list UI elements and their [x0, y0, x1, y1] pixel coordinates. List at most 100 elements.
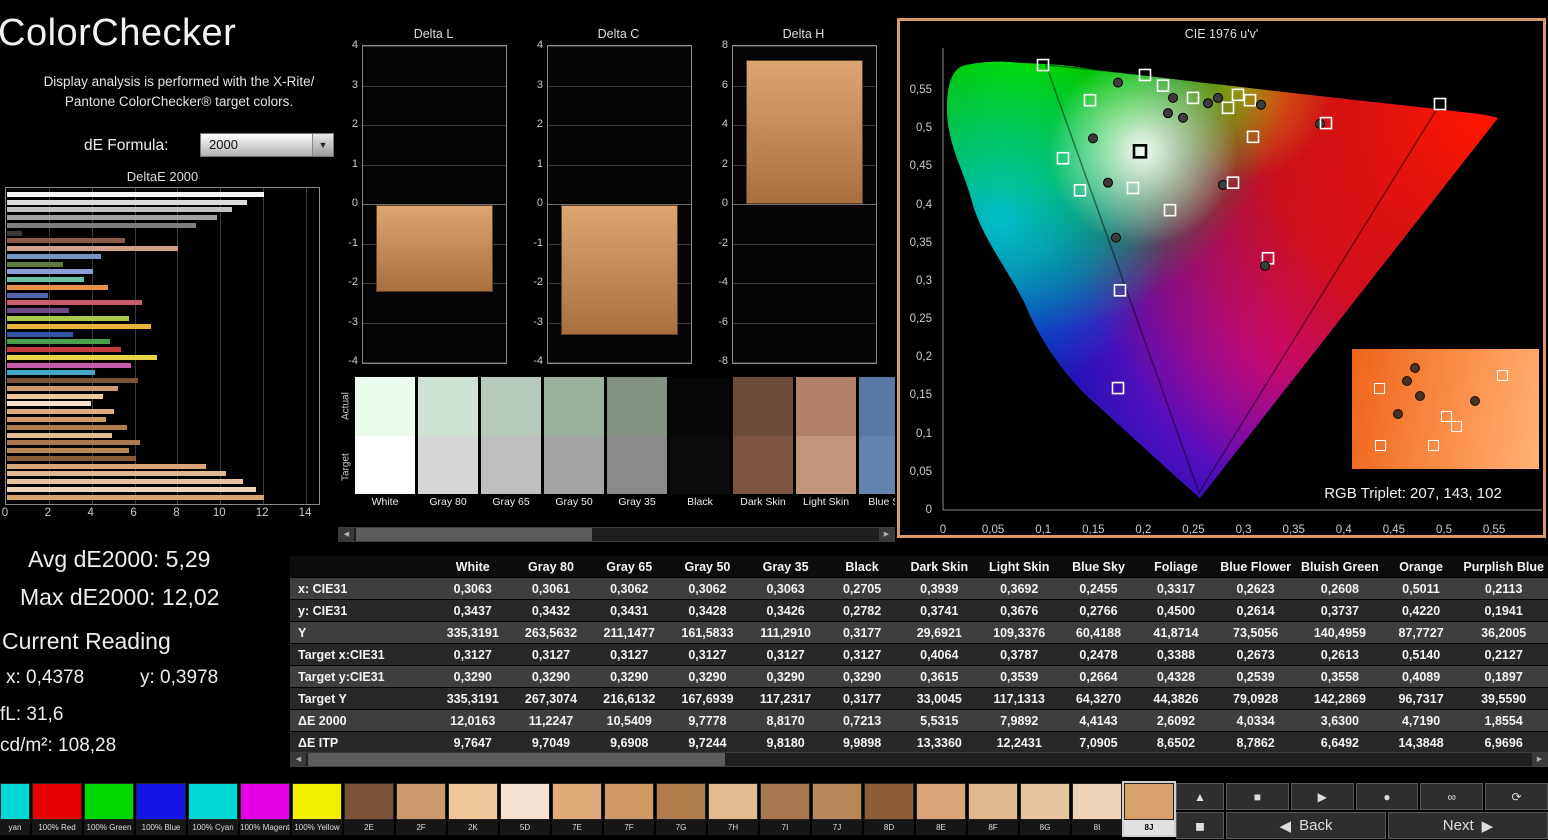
swatch-gray-65[interactable]: Gray 65 [481, 377, 541, 527]
patch-8j[interactable]: 8J [1124, 783, 1174, 835]
scroll-left-button[interactable]: ◀ [339, 528, 354, 541]
swatch-gray-35[interactable]: Gray 35 [607, 377, 667, 527]
swatch-gray-80[interactable]: Gray 80 [418, 377, 478, 527]
tick-label: 2 [712, 158, 728, 170]
table-row-label: Y [290, 622, 434, 644]
deltae-bar-purplish-blue [7, 293, 48, 298]
patch-7j[interactable]: 7J [812, 783, 862, 835]
next-arrow-icon: ▶ [1482, 817, 1494, 835]
swatch-target [418, 436, 478, 494]
delta-h-title: Delta H [732, 27, 875, 41]
record-button[interactable]: ● [1356, 783, 1419, 810]
swatch-white[interactable]: White [355, 377, 415, 527]
table-header-cell: Gray 50 [668, 556, 746, 578]
up-arrow-icon: ▲ [1194, 790, 1206, 804]
table-cell: 0,3539 [979, 666, 1059, 688]
swatch-black[interactable]: Black [670, 377, 730, 527]
patch-label: 2K [448, 820, 498, 835]
eject-button[interactable]: ▲ [1176, 783, 1224, 810]
table-cell: 0,4089 [1383, 666, 1460, 688]
fullscreen-button[interactable]: ◼ [1176, 812, 1224, 839]
scroll-left-button[interactable]: ◀ [291, 753, 306, 766]
patch-8g[interactable]: 8G [1020, 783, 1070, 835]
patch-2e[interactable]: 2E [344, 783, 394, 835]
patch-label: 8G [1020, 820, 1070, 835]
play-button[interactable]: ▶ [1291, 783, 1354, 810]
deltae-bar-2e [7, 378, 138, 383]
patch-label: 7E [552, 820, 602, 835]
patch-100-green[interactable]: 100% Green [84, 783, 134, 835]
patch-yan[interactable]: yan [0, 783, 30, 835]
table-cell: 0,3127 [434, 644, 512, 666]
table-cell: 0,3787 [979, 644, 1059, 666]
back-button[interactable]: ◀ Back [1226, 812, 1386, 839]
patch-100-yellow[interactable]: 100% Yellow [292, 783, 342, 835]
table-cell: 167,6939 [668, 688, 746, 710]
table-cell: 0,1941 [1459, 600, 1548, 622]
de-formula-dropdown[interactable]: 2000 ▼ [200, 133, 334, 157]
refresh-button[interactable]: ⟳ [1485, 783, 1548, 810]
swatch-scrollbar[interactable]: ◀ ▶ [338, 527, 895, 542]
de-formula-value: 2000 [209, 137, 238, 152]
table-cell: 8,7862 [1214, 732, 1297, 754]
scrollbar-thumb[interactable] [308, 753, 725, 766]
table-cell: 117,2317 [747, 688, 825, 710]
swatch-target [859, 436, 895, 494]
stop-button[interactable]: ■ [1226, 783, 1289, 810]
patch-8d[interactable]: 8D [864, 783, 914, 835]
patch-8e[interactable]: 8E [916, 783, 966, 835]
gridline [363, 125, 506, 126]
tick-label: -8 [712, 355, 728, 367]
table-cell: 4,0334 [1214, 710, 1297, 732]
tick-label: 0 [2, 507, 8, 519]
patch-7f[interactable]: 7F [604, 783, 654, 835]
patch-2f[interactable]: 2F [396, 783, 446, 835]
gridline [733, 46, 876, 47]
swatch-blue-sky[interactable]: Blue Sky [859, 377, 895, 527]
gridline [548, 46, 691, 47]
scroll-right-button[interactable]: ▶ [879, 528, 894, 541]
patch-7e[interactable]: 7E [552, 783, 602, 835]
tick-label: 0,05 [982, 524, 1004, 536]
swatch-gray-50[interactable]: Gray 50 [544, 377, 604, 527]
patch-color [708, 783, 758, 820]
delta-h-plot [732, 45, 877, 364]
patch-100-red[interactable]: 100% Red [32, 783, 82, 835]
patch-100-blue[interactable]: 100% Blue [136, 783, 186, 835]
cie-marker [1179, 113, 1188, 122]
delta-c-plot [547, 45, 692, 364]
patch-8f[interactable]: 8F [968, 783, 1018, 835]
scroll-right-button[interactable]: ▶ [1532, 753, 1547, 766]
swatch-dark-skin[interactable]: Dark Skin [733, 377, 793, 527]
swatch-light-skin[interactable]: Light Skin [796, 377, 856, 527]
table-cell: 12,0163 [434, 710, 512, 732]
patch-color [500, 783, 550, 820]
scrollbar-thumb[interactable] [356, 528, 592, 541]
table-scrollbar[interactable]: ◀ ▶ [290, 752, 1548, 767]
chevron-down-icon[interactable]: ▼ [312, 134, 333, 156]
swatch-label: Gray 50 [544, 494, 604, 510]
scrollbar-track[interactable] [354, 528, 879, 541]
patch-7i[interactable]: 7I [760, 783, 810, 835]
gridline [363, 165, 506, 166]
table-cell: 0,3426 [747, 600, 825, 622]
deltae-bar-light-skin [7, 246, 178, 251]
patch-2k[interactable]: 2K [448, 783, 498, 835]
patch-5d[interactable]: 5D [500, 783, 550, 835]
table-cell: 0,5011 [1383, 578, 1460, 600]
patch-100-cyan[interactable]: 100% Cyan [188, 783, 238, 835]
table-cell: 0,4500 [1138, 600, 1215, 622]
table-cell: 7,0905 [1059, 732, 1137, 754]
patch-7g[interactable]: 7G [656, 783, 706, 835]
patch-100-magenta[interactable]: 100% Magenta [240, 783, 290, 835]
loop-button[interactable]: ∞ [1420, 783, 1483, 810]
next-button[interactable]: Next ▶ [1388, 812, 1548, 839]
table-cell: 0,2766 [1059, 600, 1137, 622]
patch-7h[interactable]: 7H [708, 783, 758, 835]
patch-8i[interactable]: 8I [1072, 783, 1122, 835]
deltae-bar-yellow-green [7, 316, 129, 321]
deltae-bar-magenta [7, 363, 131, 368]
scrollbar-track[interactable] [306, 753, 1532, 766]
table-cell: 0,3615 [900, 666, 980, 688]
tick-label: 8 [173, 507, 179, 519]
